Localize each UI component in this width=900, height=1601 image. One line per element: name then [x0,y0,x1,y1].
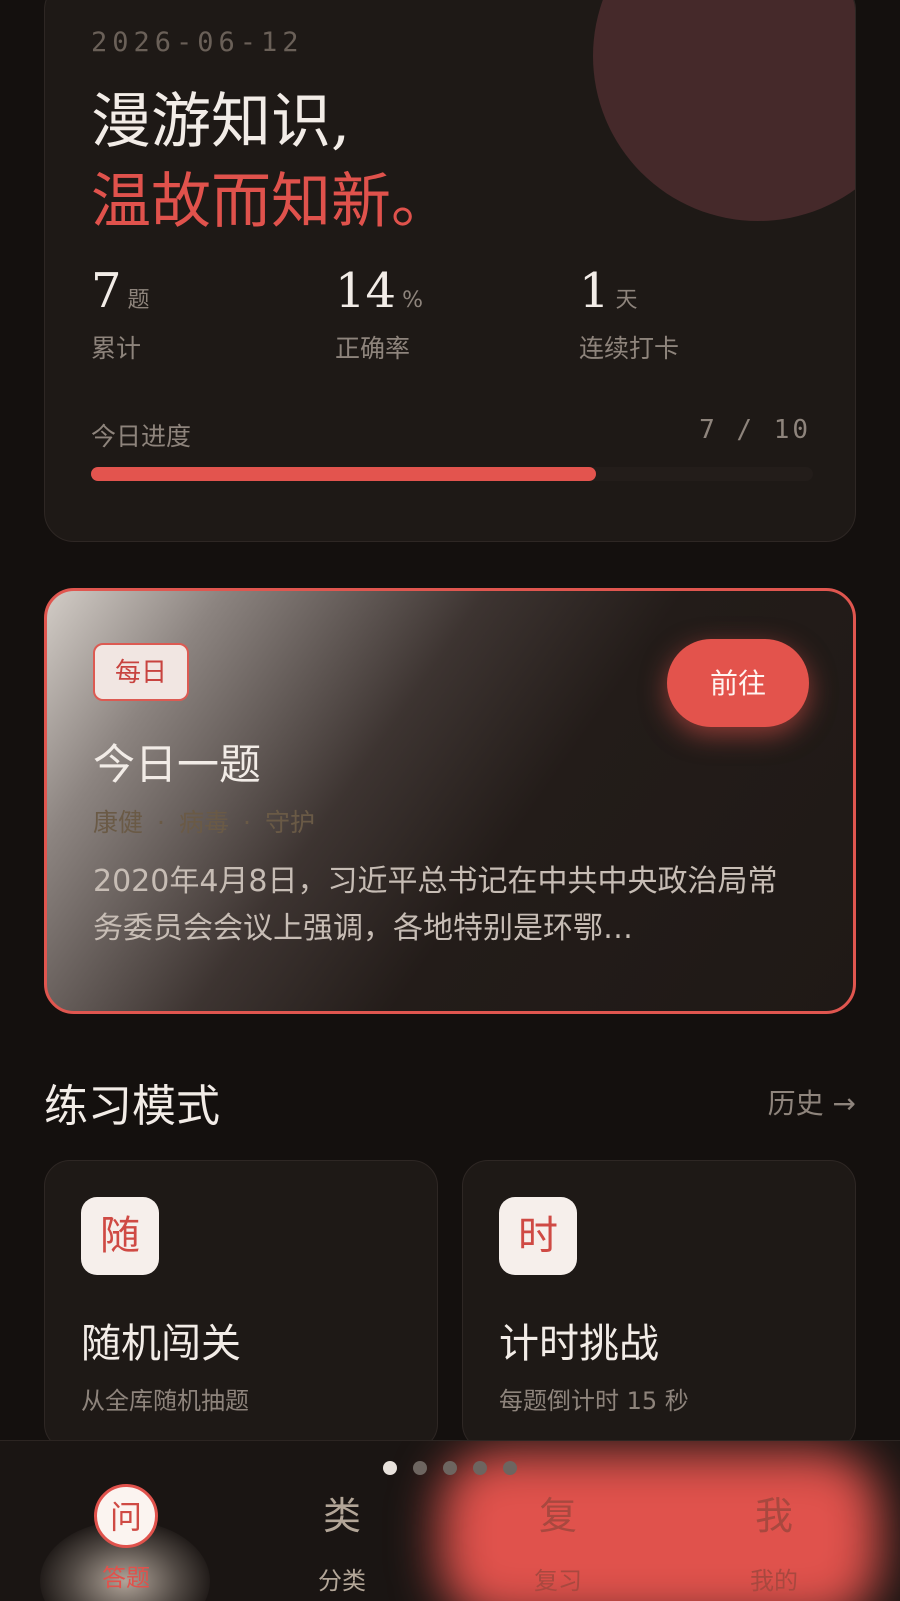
nav-label: 我的 [750,1567,798,1595]
current-date: 2026-06-12 [91,27,304,58]
stat-value: 14 [335,263,397,319]
stat-label: 累计 [91,334,142,363]
tag: 守护 [264,808,315,837]
page-dot[interactable] [413,1461,427,1475]
page-dot[interactable] [503,1461,517,1475]
timer-icon: 时 [499,1197,577,1275]
category-icon: 类 [322,1494,361,1538]
tag: 康健 [93,808,144,837]
mode-description: 每题倒计时 15 秒 [499,1387,689,1415]
daily-question-card[interactable]: 每日 前往 今日一题 康健 · 病毒 · 守护 2020年4月8日，习近平总书记在中共中… [44,588,856,1014]
nav-item-review[interactable]: 复 复习 [488,1481,628,1596]
stat-accuracy: 14% 正确率 [335,263,423,365]
bottom-nav: 问 答题 类 分类 复 复习 我 我的 [0,1440,900,1601]
stat-unit: % [402,288,423,313]
page-dot[interactable] [473,1461,487,1475]
profile-icon: 我 [754,1494,793,1538]
stat-label: 正确率 [335,334,411,363]
stat-value: 1 [579,263,610,319]
decorative-circle [593,0,855,221]
stat-label: 连续打卡 [579,334,680,363]
progress-label: 今日进度 [91,422,192,451]
page-dot[interactable] [443,1461,457,1475]
question-icon: 问 [94,1484,158,1548]
history-link[interactable]: 历史 → [768,1082,856,1122]
nav-label: 分类 [318,1567,366,1595]
nav-label: 答题 [102,1564,150,1592]
stat-unit: 题 [127,288,150,313]
stat-streak: 1天 连续打卡 [579,263,679,365]
go-button[interactable]: 前往 [667,639,809,727]
tag: 病毒 [178,808,229,837]
hero-subheadline: 温故而知新。 [91,167,451,237]
daily-question-text: 2020年4月8日，习近平总书记在中共中央政治局常务委员会会议上强调，各地特别是… [93,864,778,946]
page-indicator [0,1461,900,1475]
mode-title: 随机闯关 [81,1321,241,1367]
nav-label: 复习 [534,1567,582,1595]
review-icon: 复 [538,1494,577,1538]
daily-tags: 康健 · 病毒 · 守护 [93,808,315,837]
mode-card-random[interactable]: 随 随机闯关 从全库随机抽题 [44,1160,438,1450]
stat-unit: 天 [615,288,638,313]
stat-value: 7 [91,263,122,319]
daily-title: 今日一题 [93,740,262,789]
mode-card-timed[interactable]: 时 计时挑战 每题倒计时 15 秒 [462,1160,856,1450]
progress-bar [91,467,813,481]
progress-count: 7 / 10 [699,415,811,445]
hero-card: 2026-06-12 漫游知识, 温故而知新。 7题 累计 14% 正确率 1天… [44,0,856,542]
nav-item-profile[interactable]: 我 我的 [704,1481,844,1596]
stat-total: 7题 累计 [91,263,150,365]
daily-badge: 每日 [93,643,190,701]
hero-headline: 漫游知识, [91,87,351,157]
page-dot[interactable] [383,1461,397,1475]
random-icon: 随 [81,1197,159,1275]
mode-description: 从全库随机抽题 [81,1387,249,1415]
nav-item-answer[interactable]: 问 答题 [56,1481,196,1593]
progress-fill [91,467,597,481]
nav-item-category[interactable]: 类 分类 [272,1481,412,1596]
mode-title: 计时挑战 [499,1321,659,1367]
section-title: 练习模式 [44,1081,220,1132]
